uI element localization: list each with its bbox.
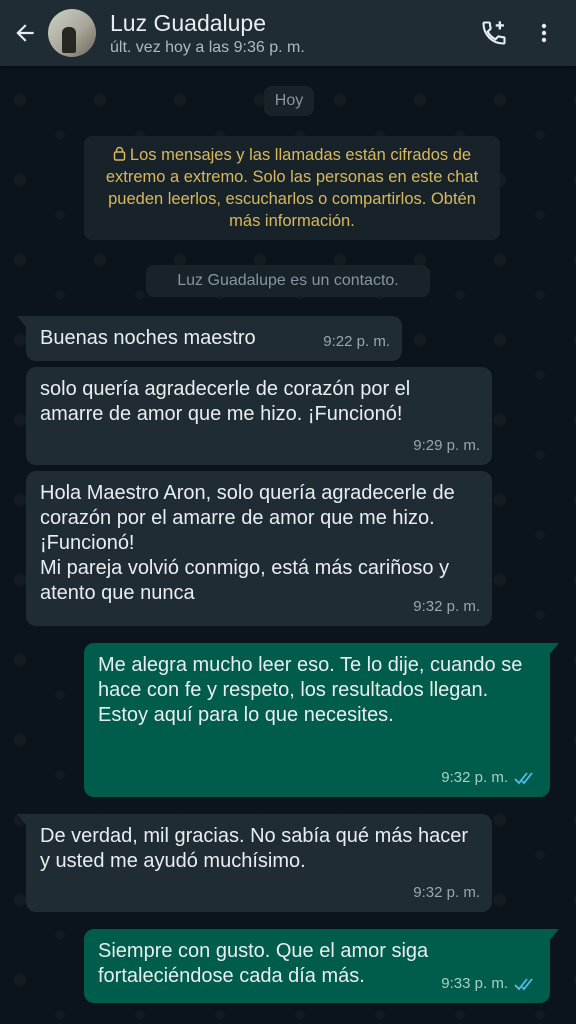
- message-outgoing[interactable]: Siempre con gusto. Que el amor siga fort…: [84, 929, 559, 1003]
- encryption-notice[interactable]: Los mensajes y las llamadas están cifrad…: [84, 136, 500, 240]
- add-call-icon: [482, 21, 506, 45]
- add-call-button[interactable]: [474, 13, 514, 53]
- read-ticks-icon: [514, 977, 533, 990]
- message-meta: 9:32 p. m.: [441, 765, 538, 790]
- message-text: De verdad, mil gracias. No sabía qué más…: [40, 825, 474, 872]
- message-outgoing[interactable]: Me alegra mucho leer eso. Te lo dije, cu…: [84, 643, 559, 797]
- message-text: Me alegra mucho leer eso. Te lo dije, cu…: [98, 654, 523, 726]
- date-separator: Hoy: [264, 86, 314, 116]
- message-meta: 9:29 p. m.: [413, 433, 480, 458]
- message-incoming[interactable]: solo quería agradecerle de corazón por e…: [26, 367, 492, 465]
- message-meta: 9:32 p. m.: [413, 594, 480, 619]
- message-incoming[interactable]: Buenas noches maestro 9:22 p. m.: [17, 316, 402, 361]
- avatar[interactable]: [48, 9, 96, 57]
- message-time: 9:32 p. m.: [441, 769, 508, 786]
- back-button[interactable]: [10, 18, 40, 48]
- lock-icon: [113, 146, 126, 161]
- message-incoming[interactable]: De verdad, mil gracias. No sabía qué más…: [17, 814, 492, 912]
- chat-header: Luz Guadalupe últ. vez hoy a las 9:36 p.…: [0, 0, 576, 66]
- more-vertical-icon: [541, 23, 547, 43]
- back-arrow-icon: [16, 24, 34, 42]
- message-time: 9:33 p. m.: [441, 975, 508, 992]
- more-options-button[interactable]: [524, 13, 564, 53]
- message-incoming[interactable]: Hola Maestro Aron, solo quería agradecer…: [26, 471, 492, 626]
- message-text: Siempre con gusto. Que el amor siga fort…: [98, 940, 434, 987]
- message-time: 9:32 p. m.: [413, 598, 480, 615]
- read-ticks-icon: [514, 771, 533, 784]
- message-meta: 9:22 p. m.: [323, 329, 390, 354]
- message-time: 9:29 p. m.: [413, 437, 480, 454]
- last-seen-status: últ. vez hoy a las 9:36 p. m.: [110, 38, 305, 56]
- message-time: 9:22 p. m.: [323, 333, 390, 350]
- encryption-notice-text: Los mensajes y las llamadas están cifrad…: [105, 146, 479, 230]
- message-text: Hola Maestro Aron, solo quería agradecer…: [40, 482, 455, 604]
- contact-info[interactable]: Luz Guadalupe últ. vez hoy a las 9:36 p.…: [110, 10, 474, 57]
- message-text: solo quería agradecerle de corazón por e…: [40, 378, 416, 425]
- contact-notice: Luz Guadalupe es un contacto.: [146, 265, 430, 297]
- message-time: 9:32 p. m.: [413, 884, 480, 901]
- message-meta: 9:33 p. m.: [441, 971, 538, 996]
- message-meta: 9:32 p. m.: [413, 880, 480, 905]
- contact-name: Luz Guadalupe: [110, 9, 267, 36]
